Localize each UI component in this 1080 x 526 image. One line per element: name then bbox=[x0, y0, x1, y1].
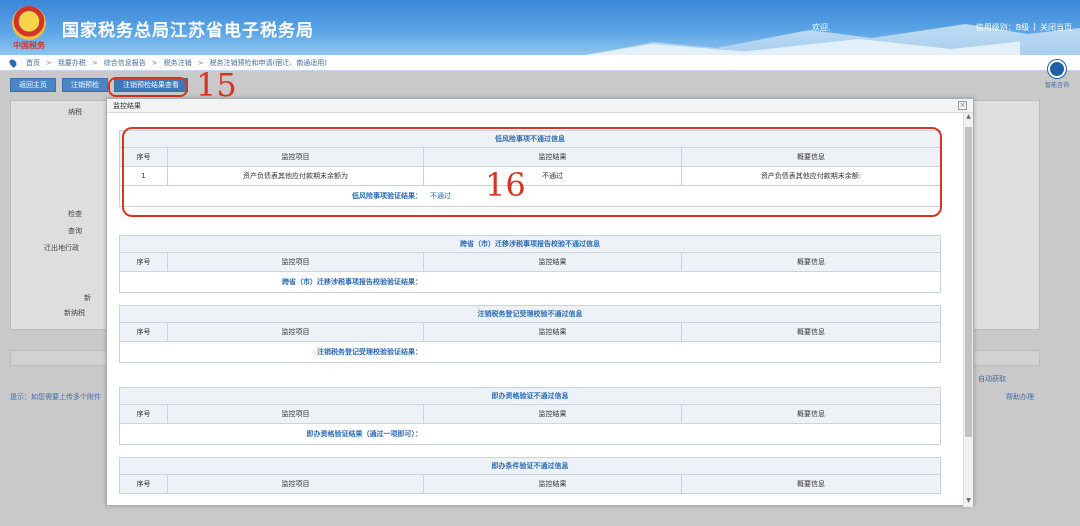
auto-fetch-label: 自动获取 bbox=[978, 375, 1006, 383]
close-page-link[interactable]: 关闭当页 bbox=[1040, 22, 1072, 33]
result-label: 注销税务登记受理校验验证结果： bbox=[317, 348, 422, 356]
breadcrumb: 首页 > 我要办税 > 综合信息报告 > 税务注销 > 税务注销预检和申请(宿迁… bbox=[0, 55, 1080, 71]
pre-check-button[interactable]: 注销预检 bbox=[62, 78, 108, 92]
result-label: 即办资格验证结果（通过一项即可）： bbox=[306, 430, 423, 438]
smart-consult-label: 智能咨询 bbox=[1044, 82, 1069, 89]
dialog-header: 监控结果 × bbox=[107, 99, 973, 113]
section-title: 即办资格验证不通过信息 bbox=[120, 388, 940, 405]
section-title: 注销税务登记受理校验不通过信息 bbox=[120, 306, 940, 323]
col-item: 监控项目 bbox=[168, 323, 424, 341]
tax-emblem-icon bbox=[12, 6, 46, 40]
breadcrumb-item-tax[interactable]: 我要办税 bbox=[58, 58, 86, 68]
header-divider: | bbox=[1033, 22, 1036, 31]
col-item: 监控项目 bbox=[168, 405, 424, 423]
breadcrumb-separator: > bbox=[46, 58, 52, 67]
bg-label: 新纳税 bbox=[64, 309, 85, 317]
section-result: 跨省（市）迁移涉税事项报告校验验证结果： bbox=[120, 272, 940, 292]
col-summary: 概要信息 bbox=[797, 480, 825, 488]
credit-level: 信用级别：B级 bbox=[975, 23, 1030, 32]
bg-label: 纳税 bbox=[68, 108, 82, 116]
section-result: 即办资格验证结果（通过一项即可）： bbox=[120, 424, 940, 444]
col-result: 监控结果 bbox=[424, 405, 682, 423]
col-seq: 序号 bbox=[120, 405, 168, 423]
col-item: 监控项目 bbox=[168, 475, 424, 493]
col-result: 监控结果 bbox=[424, 253, 682, 271]
scroll-thumb[interactable] bbox=[965, 127, 972, 437]
scroll-up-icon[interactable]: ▲ bbox=[964, 113, 973, 123]
section-title: 跨省（市）迁移涉税事项报告校验不通过信息 bbox=[120, 236, 940, 253]
logo-caption: 中国税务 bbox=[13, 40, 45, 50]
col-result: 监控结果 bbox=[424, 475, 682, 493]
back-home-button[interactable]: 返回主页 bbox=[10, 78, 56, 92]
annotation-16: 16 bbox=[485, 166, 526, 204]
breadcrumb-item-cancel[interactable]: 税务注销 bbox=[164, 58, 192, 68]
table-header: 序号 监控项目 监控结果 概要信息 bbox=[120, 475, 940, 494]
bg-label: 迁出地行政 bbox=[44, 244, 79, 252]
result-label: 跨省（市）迁移涉税事项报告校验验证结果： bbox=[282, 278, 422, 286]
col-item: 监控项目 bbox=[168, 253, 424, 271]
bg-label: 检查 bbox=[68, 210, 82, 218]
col-seq: 序号 bbox=[120, 253, 168, 271]
section-deregistration: 注销税务登记受理校验不通过信息 序号 监控项目 监控结果 概要信息 注销税务登记… bbox=[119, 305, 941, 363]
section-title: 即办条件验证不通过信息 bbox=[120, 458, 940, 475]
table-header: 序号 监控项目 监控结果 概要信息 bbox=[120, 323, 940, 342]
col-summary: 概要信息 bbox=[797, 328, 825, 336]
table-header: 序号 监控项目 监控结果 概要信息 bbox=[120, 405, 940, 424]
breadcrumb-separator: > bbox=[91, 58, 98, 67]
annotation-ring-15 bbox=[108, 77, 188, 97]
bg-label: 新 bbox=[84, 294, 91, 302]
section-result: 注销税务登记受理校验验证结果： bbox=[120, 342, 940, 362]
upload-tip: 提示：如您需要上传多个附件 bbox=[10, 393, 101, 401]
assist-link[interactable]: 帮助办理 bbox=[1006, 392, 1034, 402]
dialog-scrollbar[interactable]: ▲ ▼ bbox=[963, 113, 973, 507]
col-result: 监控结果 bbox=[424, 323, 682, 341]
col-summary: 概要信息 bbox=[797, 410, 825, 418]
col-seq: 序号 bbox=[120, 323, 168, 341]
location-pin-icon bbox=[8, 57, 18, 68]
breadcrumb-item-home[interactable]: 首页 bbox=[26, 58, 40, 68]
bg-label: 查询 bbox=[68, 227, 82, 235]
header-right: 信用级别：B级 | 关闭当页 bbox=[976, 22, 1072, 33]
close-icon[interactable]: × bbox=[958, 101, 967, 110]
breadcrumb-item-report[interactable]: 综合信息报告 bbox=[104, 58, 146, 68]
dialog-title: 监控结果 bbox=[113, 101, 141, 110]
section-cross-province: 跨省（市）迁移涉税事项报告校验不通过信息 序号 监控项目 监控结果 概要信息 跨… bbox=[119, 235, 941, 293]
welcome-text: 欢迎, bbox=[812, 23, 831, 32]
site-header: 中国税务 国家税务总局江苏省电子税务局 欢迎, 信用级别：B级 | 关闭当页 bbox=[0, 0, 1080, 55]
col-summary: 概要信息 bbox=[797, 258, 825, 266]
section-instant-qualification: 即办资格验证不通过信息 序号 监控项目 监控结果 概要信息 即办资格验证结果（通… bbox=[119, 387, 941, 445]
site-title: 国家税务总局江苏省电子税务局 bbox=[62, 21, 314, 41]
headset-icon bbox=[1048, 60, 1066, 78]
annotation-highlight-box bbox=[122, 127, 942, 217]
breadcrumb-separator: > bbox=[151, 58, 158, 67]
scroll-down-icon[interactable]: ▼ bbox=[964, 497, 973, 507]
table-header: 序号 监控项目 监控结果 概要信息 bbox=[120, 253, 940, 272]
section-instant-conditions: 即办条件验证不通过信息 序号 监控项目 监控结果 概要信息 bbox=[119, 457, 941, 494]
smart-consult[interactable]: 智能咨询 bbox=[1042, 60, 1072, 89]
col-seq: 序号 bbox=[120, 475, 168, 493]
